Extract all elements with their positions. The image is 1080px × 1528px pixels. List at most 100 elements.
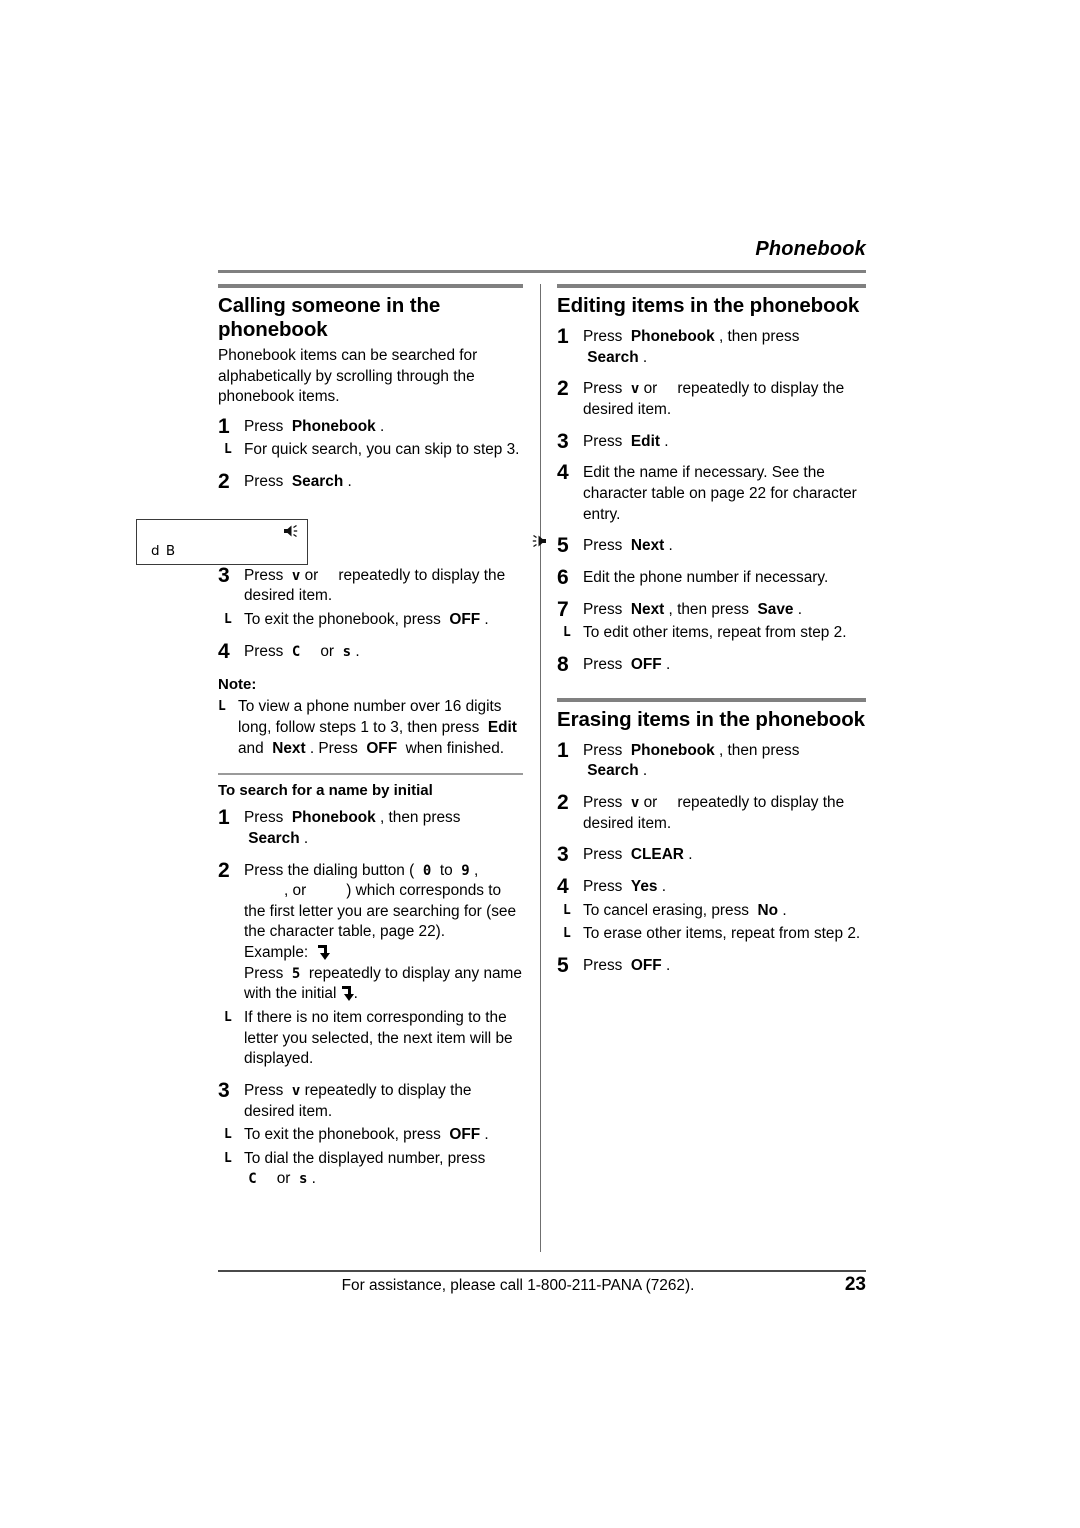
section-rule (557, 697, 866, 702)
section-rule (218, 284, 523, 288)
step-item: 1 Press Phonebook . (218, 414, 523, 438)
step-text-mid: or (643, 380, 658, 398)
step-number: 1 (557, 738, 569, 762)
step-number: 1 (218, 414, 230, 438)
step-text-tail: . (379, 417, 385, 435)
step-number: 3 (218, 563, 230, 587)
step-item: 2 Press the dialing button ( 0 to 9 , , … (218, 858, 522, 1003)
bullet-item: L If there is no item corresponding to t… (224, 1008, 523, 1070)
bullet-mark: L (563, 902, 571, 918)
key-label: Next (630, 537, 665, 555)
speakerphone-key-glyph: s (298, 1171, 308, 1188)
nav-down-glyph: v (291, 1082, 301, 1099)
step-number: 4 (218, 639, 230, 663)
left-column: Calling someone in the phonebook Phonebo… (218, 284, 523, 1190)
step-text: Press (583, 432, 623, 450)
lcd-text: d B (151, 543, 177, 559)
step-text-tail: . (661, 877, 667, 895)
step-number: 5 (557, 534, 569, 558)
step-text: Press the dialing button ( (244, 861, 415, 879)
step-text-mid: , then press (668, 600, 749, 618)
bullet-text: For quick search, you can skip to step 3… (244, 441, 520, 459)
bullet-text: To dial the displayed number, press Cor … (244, 1149, 486, 1188)
key-label: Search (587, 348, 639, 366)
step-text-mid: , then press (718, 741, 800, 759)
example-label: Example: (244, 944, 309, 962)
page-title: Calling someone in the phonebook (218, 294, 441, 342)
step-item: 8 Press OFF . (557, 653, 866, 676)
key-label: CLEAR (630, 846, 684, 864)
key-label: Yes (630, 877, 658, 895)
initial-character-glyph (341, 986, 355, 1002)
step-number: 2 (557, 377, 569, 401)
key-label: Phonebook (291, 417, 376, 435)
step-item: 3 Press v or repeatedly to display the de… (218, 563, 523, 607)
step-text: Press (583, 600, 623, 618)
bullet-mark: L (224, 442, 232, 458)
step-item: 6 Edit the phone number if necessary. (557, 566, 866, 589)
step-text-tail: . (303, 829, 309, 847)
right-column: Editing items in the phonebook 1 Press P… (557, 284, 866, 977)
lcd-display-illustration: d B (136, 519, 308, 565)
step-number: 2 (218, 470, 230, 494)
example-text: repeatedly to display any name with the … (244, 964, 522, 1003)
step-text: Press (583, 741, 623, 759)
step-number: 3 (557, 429, 569, 453)
step-text-tail: . (797, 600, 803, 618)
initial-character-glyph (317, 945, 331, 961)
key-label: OFF (449, 611, 481, 629)
bullet-mark: L (218, 699, 226, 715)
step-text: Press (583, 380, 623, 398)
key-label: OFF (449, 1126, 481, 1144)
step-number: 4 (557, 874, 569, 898)
step-item: 3 Press v repeatedly to display the desi… (218, 1079, 523, 1122)
nav-down-glyph: v (630, 794, 640, 811)
step-number: 7 (557, 597, 569, 621)
step-item: 2 Press v or repeatedly to display the de… (557, 791, 866, 834)
step-number: 1 (218, 806, 230, 830)
step-text-tail: . (665, 655, 671, 673)
bullet-item: L To edit other items, repeat from step … (563, 623, 866, 644)
step-text-tail: repeatedly to display the desired item. (244, 566, 506, 605)
nav-down-glyph: v (630, 381, 640, 398)
step-text-mid: or (304, 566, 319, 584)
digit-key-5-glyph: 5 (291, 965, 301, 982)
key-label: Edit (630, 432, 660, 450)
step-text: Press (244, 566, 284, 584)
key-label: Search (248, 829, 300, 847)
bullet-item: L To cancel erasing, press No . (563, 901, 866, 922)
bullet-text: If there is no item corresponding to the… (244, 1009, 513, 1068)
talk-key-glyph: C (291, 643, 301, 660)
step-text: Press (583, 877, 623, 895)
key-label: Edit (487, 718, 517, 736)
bullet-item: L To exit the phonebook, press OFF . (224, 1125, 523, 1146)
step-text-mid: or (320, 642, 335, 660)
step-number: 1 (557, 325, 569, 349)
step-number: 3 (557, 843, 569, 867)
step-item: 3 Press CLEAR . (557, 843, 866, 867)
step-item: 4 Edit the name if necessary. See the ch… (557, 461, 866, 525)
subsection-title: To search for a name by initial (218, 782, 433, 800)
manual-page: Phonebook Calling someone in the phonebo… (0, 0, 1080, 1528)
step-item: 4 Press Yes . (557, 874, 866, 898)
speakerphone-key-glyph: s (342, 643, 352, 660)
bullet-mark: L (224, 612, 232, 628)
key-label: No (757, 901, 779, 919)
talk-key-glyph: C (248, 1171, 257, 1188)
column-divider (540, 284, 541, 1252)
example-press: Press (244, 964, 284, 982)
step-text-mid: , then press (718, 328, 800, 346)
step-text-tail: . (642, 348, 648, 366)
bullet-mark: L (563, 625, 571, 641)
note-heading: Note: (218, 676, 257, 694)
key-label: OFF (630, 655, 662, 673)
step-text: Press (583, 537, 623, 555)
step-text-tail: . (668, 537, 673, 555)
section-title-erasing: Erasing items in the phonebook (557, 707, 865, 731)
step-text: Press (244, 809, 284, 827)
step-text: Press (244, 417, 284, 435)
step-text: Press (244, 642, 284, 660)
digit-key-9-glyph: 9 (461, 862, 470, 879)
bullet-mark: L (224, 1010, 232, 1025)
key-label: Phonebook (630, 328, 715, 346)
